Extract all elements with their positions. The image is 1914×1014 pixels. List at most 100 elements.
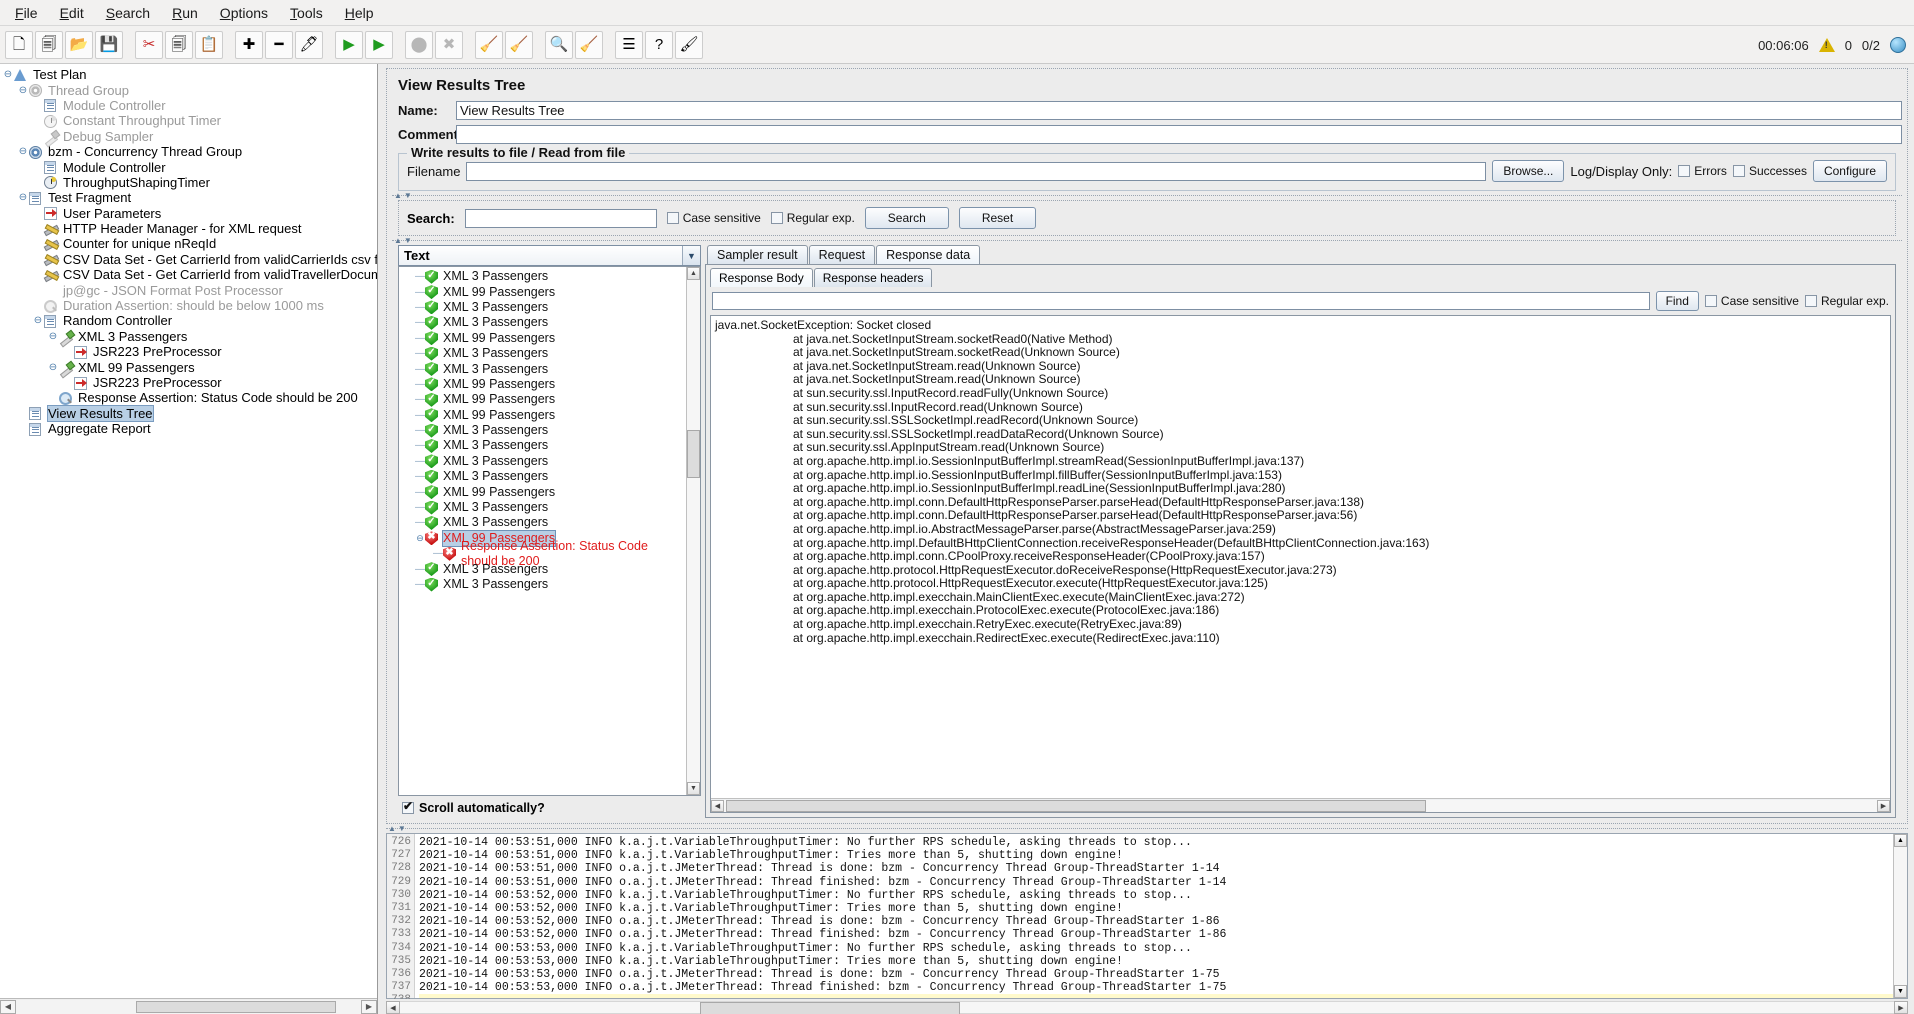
tree-node[interactable]: Counter for unique nReqId	[0, 236, 377, 251]
menu-item-search[interactable]: Search	[95, 2, 161, 24]
find-case-sensitive-wrap[interactable]: Case sensitive	[1704, 294, 1799, 308]
log-hscroll-track[interactable]	[400, 1001, 1894, 1014]
search-button[interactable]: Search	[864, 207, 949, 229]
results-tree[interactable]: — ✓ XML 3 Passengers — ✓ XML 99 Passengers — ✓ X…	[398, 266, 701, 796]
tree-node[interactable]: JSR223 PreProcessor	[0, 344, 377, 359]
tree-expand-icon[interactable]: ⊖	[47, 329, 59, 344]
scroll-automatically-row[interactable]: Scroll automatically?	[398, 796, 701, 818]
reset-button[interactable]: Reset	[958, 207, 1037, 229]
menu-item-tools[interactable]: Tools	[279, 2, 334, 24]
resp-scroll-left-icon[interactable]: ◀	[711, 799, 724, 812]
response-horizontal-scrollbar[interactable]: ◀ ▶	[711, 798, 1890, 812]
tree-node[interactable]: View Results Tree	[0, 404, 377, 422]
log-scroll-left-icon[interactable]: ◀	[386, 1001, 400, 1014]
tree-node[interactable]: Aggregate Report	[0, 421, 377, 436]
result-item[interactable]: — ✓ XML 3 Passengers	[399, 269, 686, 284]
resp-scroll-thumb[interactable]	[726, 799, 1426, 812]
log-horizontal-scrollbar[interactable]: ◀ ▶	[386, 999, 1908, 1014]
search-regex-wrap[interactable]: Regular exp.	[770, 211, 855, 225]
cut-button[interactable]: ✂	[135, 30, 163, 59]
search-button[interactable]: 🔍	[545, 30, 573, 59]
resp-scroll-right-icon[interactable]: ▶	[1877, 799, 1890, 812]
tree-node[interactable]: Module Controller	[0, 159, 377, 175]
log-scroll-right-icon[interactable]: ▶	[1894, 1001, 1908, 1014]
tree-node[interactable]: ⊖ XML 3 Passengers	[0, 329, 377, 344]
new-button[interactable]: 🗋	[5, 30, 33, 59]
stop-button[interactable]: ⬤	[405, 30, 433, 59]
tree-node[interactable]: ⊖ Test Plan	[0, 67, 377, 82]
result-item[interactable]: — ✓ XML 3 Passengers	[399, 423, 686, 438]
errors-checkbox[interactable]	[1678, 165, 1691, 177]
log-vertical-scrollbar[interactable]: ▲ ▼	[1893, 834, 1907, 998]
tree-node[interactable]: CSV Data Set - Get CarrierId from validT…	[0, 267, 377, 282]
result-item[interactable]: — ✓ XML 3 Passengers	[399, 300, 686, 315]
subtab-response-headers[interactable]: Response headers	[813, 268, 933, 287]
result-item[interactable]: — ✓ XML 3 Passengers	[399, 515, 686, 530]
log-hscroll-thumb[interactable]	[700, 1002, 960, 1014]
menu-item-options[interactable]: Options	[209, 2, 279, 24]
save-button[interactable]: 💾	[95, 30, 123, 59]
tree-node[interactable]: Module Controller	[0, 98, 377, 113]
result-item[interactable]: — ✓ XML 3 Passengers	[399, 361, 686, 377]
undo-redo-button[interactable]: 🖌	[675, 30, 703, 59]
templates-button[interactable]: 🗐	[35, 30, 63, 59]
tree-node[interactable]: HTTP Header Manager - for XML request	[0, 221, 377, 236]
scroll-left-icon[interactable]: ◀	[0, 999, 16, 1014]
results-scroll-thumb[interactable]	[687, 430, 700, 478]
clear-button[interactable]: 🧹	[475, 30, 503, 59]
menu-item-run[interactable]: Run	[161, 2, 209, 24]
tree-expand-icon[interactable]: ⊖	[2, 67, 14, 82]
start-no-pauses-button[interactable]: ▶	[365, 30, 393, 59]
split-grip-1[interactable]: ▲▼	[392, 191, 1902, 200]
log-scroll-track[interactable]	[1894, 847, 1907, 985]
scroll-thumb[interactable]	[136, 1000, 336, 1013]
tree-expand-icon[interactable]: ⊖	[17, 83, 29, 98]
response-body[interactable]: java.net.SocketException: Socket closed a…	[710, 315, 1891, 813]
tree-node[interactable]: CSV Data Set - Get CarrierId from validC…	[0, 252, 377, 267]
start-button[interactable]: ▶	[335, 30, 363, 59]
result-item[interactable]: — ✓ XML 3 Passengers	[399, 577, 686, 592]
filename-input[interactable]	[466, 161, 1487, 181]
tree-node[interactable]: Debug Sampler	[0, 129, 377, 144]
tab-request[interactable]: Request	[808, 245, 876, 264]
function-helper-button[interactable]: ☰	[615, 30, 643, 59]
result-item[interactable]: — ✖ Response Assertion: Status Code should…	[399, 539, 686, 568]
results-vertical-scrollbar[interactable]: ▲ ▼	[686, 267, 700, 795]
result-item[interactable]: — ✓ XML 3 Passengers	[399, 346, 686, 361]
scroll-right-icon[interactable]: ▶	[361, 999, 377, 1014]
renderer-combo[interactable]: Text ▼	[398, 245, 701, 266]
search-regex-checkbox[interactable]	[770, 212, 783, 224]
tree-node[interactable]: ThroughputShapingTimer	[0, 175, 377, 190]
tree-node[interactable]: ⊖ Test Fragment	[0, 190, 377, 205]
test-plan-tree[interactable]: ⊖ Test Plan ⊖ Thread Group Module Controller…	[0, 64, 377, 998]
copy-button[interactable]: 🗐	[165, 30, 193, 59]
comments-input[interactable]	[456, 125, 1902, 144]
split-arrows-icon[interactable]: ▲▼	[394, 191, 414, 200]
log-split-grip[interactable]: ▲▼	[386, 824, 1908, 833]
tree-expand-icon[interactable]: ⊖	[17, 144, 29, 159]
find-button[interactable]: Find	[1655, 291, 1699, 311]
log-scroll-down-icon[interactable]: ▼	[1894, 985, 1907, 998]
tree-node[interactable]: jp@gc - JSON Format Post Processor	[0, 282, 377, 298]
tree-node[interactable]: User Parameters	[0, 206, 377, 221]
result-item[interactable]: — ✓ XML 3 Passengers	[399, 469, 686, 484]
find-regex-checkbox[interactable]	[1804, 295, 1817, 307]
successes-checkbox-wrap[interactable]: Successes	[1732, 164, 1807, 178]
clear-all-button[interactable]: 🧹	[505, 30, 533, 59]
tree-node[interactable]: ⊖ bzm - Concurrency Thread Group	[0, 144, 377, 159]
tab-sampler-result[interactable]: Sampler result	[707, 245, 808, 264]
browse-button[interactable]: Browse...	[1492, 160, 1565, 182]
menu-item-file[interactable]: File	[4, 2, 49, 24]
split-arrows-icon-2[interactable]: ▲▼	[394, 236, 414, 245]
paste-button[interactable]: 📋	[195, 30, 223, 59]
toggle-button[interactable]: 🖊	[295, 30, 323, 59]
scroll-up-icon[interactable]: ▲	[687, 267, 700, 280]
find-regex-wrap[interactable]: Regular exp.	[1804, 294, 1889, 308]
resp-scroll-track[interactable]	[724, 799, 1877, 812]
result-item[interactable]: — ✓ XML 3 Passengers	[399, 500, 686, 515]
tree-expand-icon[interactable]: ⊖	[32, 313, 44, 328]
name-input[interactable]	[456, 101, 1902, 120]
log-split-arrows-icon[interactable]: ▲▼	[388, 824, 408, 833]
scroll-track[interactable]	[16, 999, 361, 1014]
tree-node[interactable]: Constant Throughput Timer	[0, 113, 377, 128]
